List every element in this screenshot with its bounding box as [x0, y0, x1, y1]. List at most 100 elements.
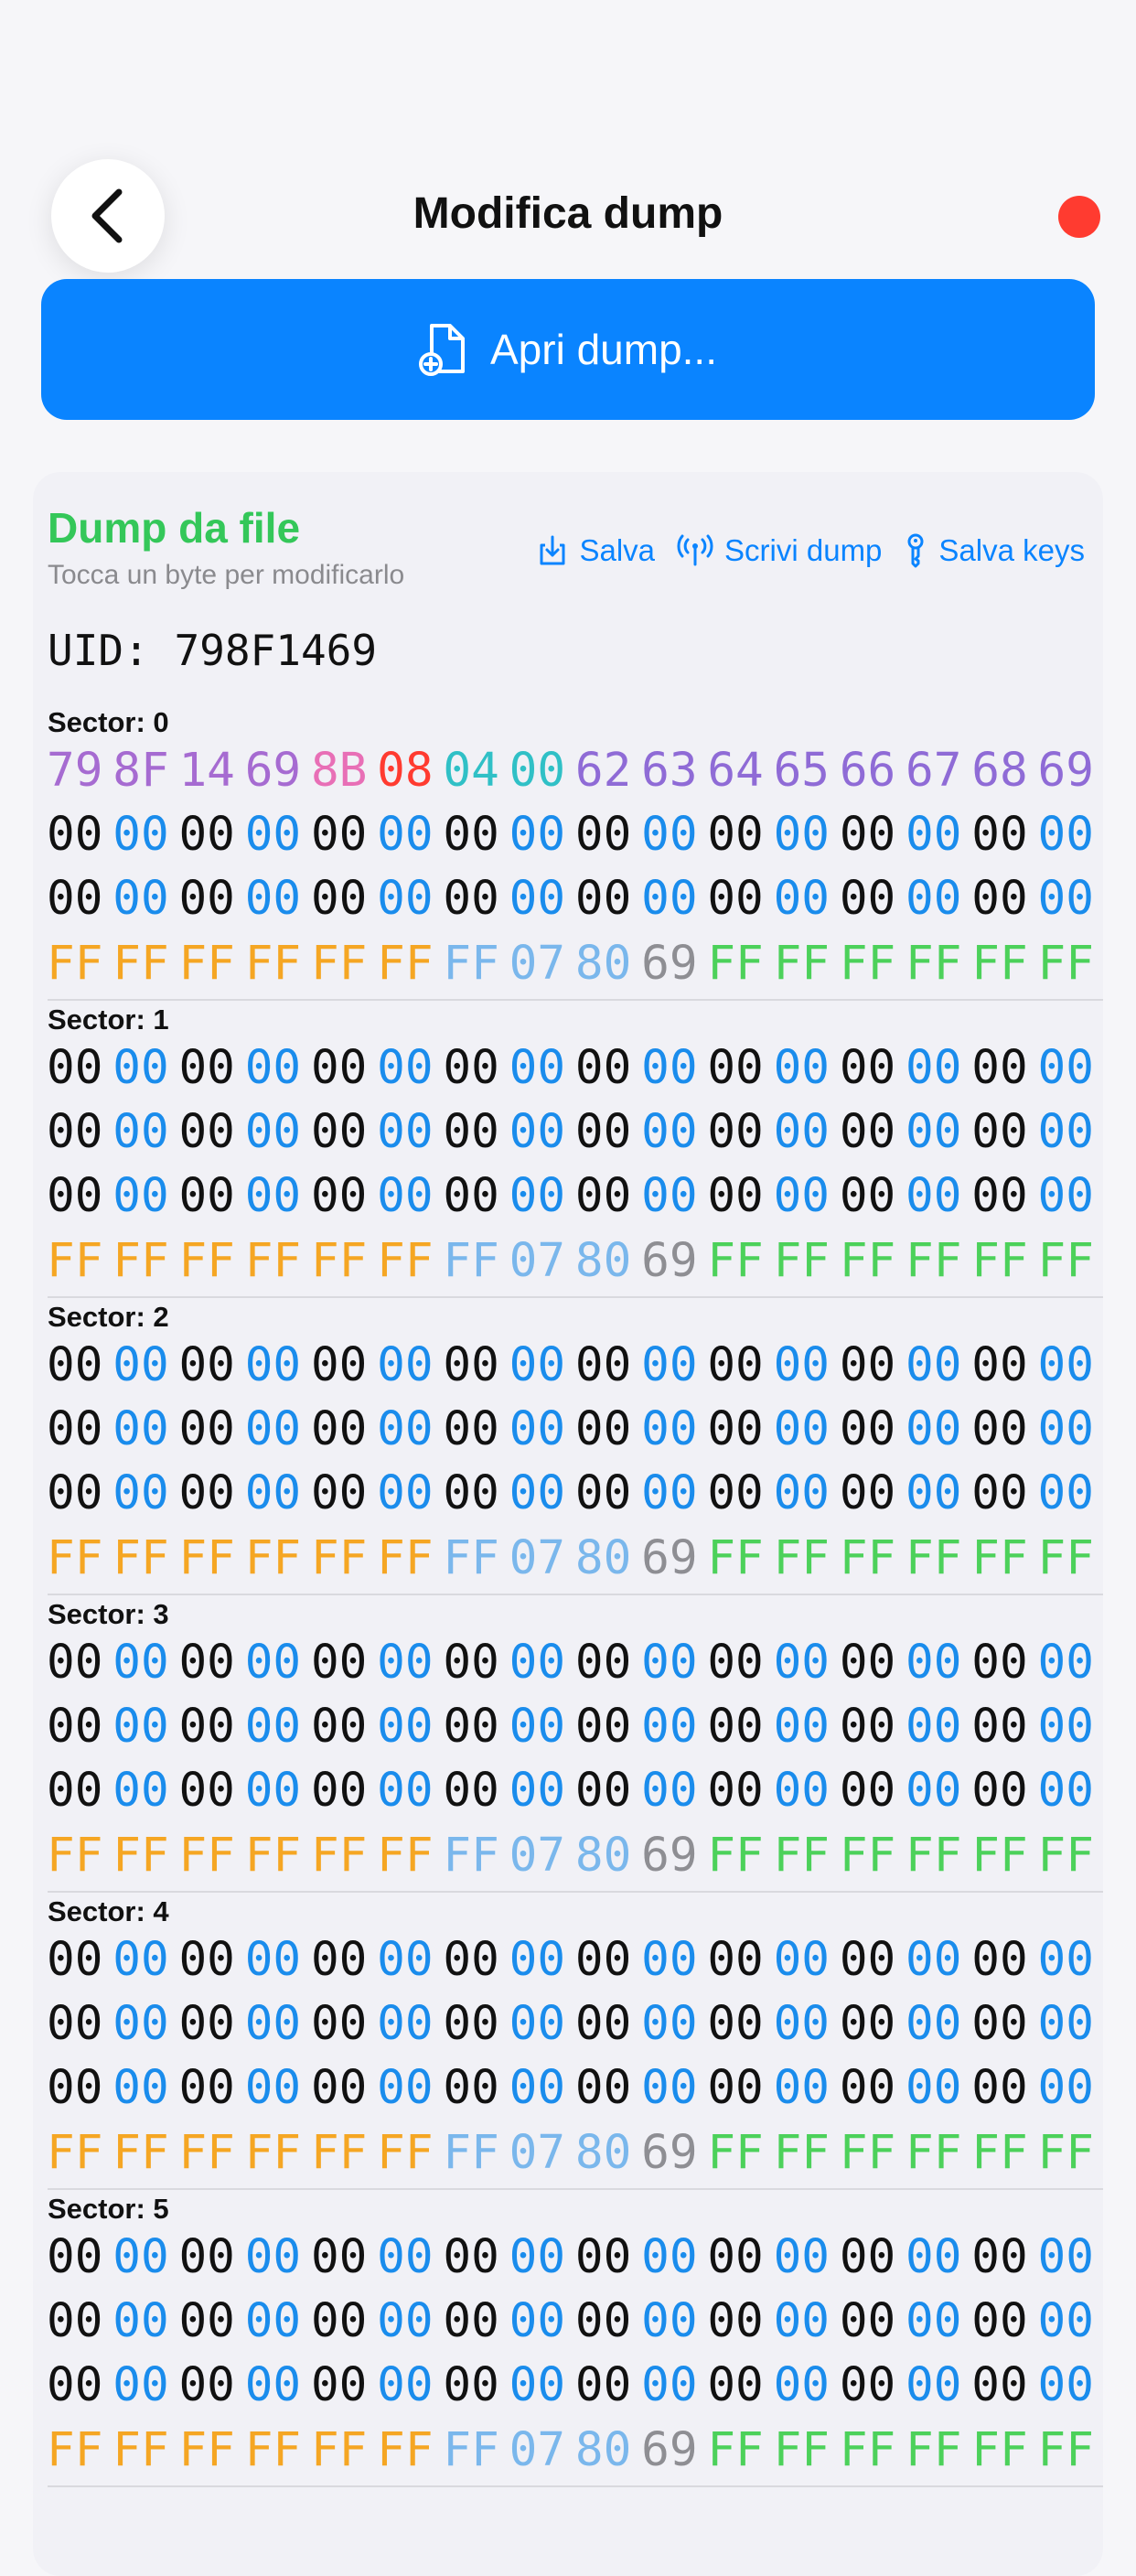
hex-byte[interactable]: 00 [245, 808, 301, 862]
hex-byte[interactable]: 00 [443, 1997, 498, 2051]
hex-byte[interactable]: 07 [509, 1829, 565, 1883]
hex-byte[interactable]: 67 [906, 744, 961, 798]
hex-byte[interactable]: FF [971, 2126, 1027, 2180]
hex-byte[interactable]: 00 [377, 2230, 433, 2284]
hex-byte[interactable]: 00 [113, 1764, 168, 1818]
hex-byte[interactable]: FF [443, 2126, 498, 2180]
hex-byte[interactable]: 00 [641, 1466, 697, 1520]
hex-byte[interactable]: 00 [443, 1169, 498, 1223]
hex-byte[interactable]: 00 [113, 2294, 168, 2348]
hex-byte[interactable]: 00 [311, 1997, 367, 2051]
hex-byte[interactable]: 00 [311, 1700, 367, 1754]
hex-byte[interactable]: FF [47, 937, 102, 991]
hex-byte[interactable]: 00 [840, 1933, 895, 1987]
hex-byte[interactable]: 00 [245, 872, 301, 926]
hex-byte[interactable]: 00 [311, 1338, 367, 1392]
hex-byte[interactable]: 65 [774, 744, 830, 798]
hex-byte[interactable]: 00 [707, 1338, 763, 1392]
hex-byte[interactable]: 00 [245, 1997, 301, 2051]
hex-byte[interactable]: FF [1038, 1531, 1094, 1585]
hex-byte[interactable]: 00 [311, 1466, 367, 1520]
hex-byte[interactable]: 00 [707, 872, 763, 926]
hex-byte[interactable]: 00 [774, 1764, 830, 1818]
hex-byte[interactable]: FF [47, 2126, 102, 2180]
hex-byte[interactable]: 07 [509, 2126, 565, 2180]
hex-byte[interactable]: 00 [509, 808, 565, 862]
hex-byte[interactable]: FF [1038, 937, 1094, 991]
hex-byte[interactable]: 00 [971, 808, 1027, 862]
hex-byte[interactable]: 00 [443, 1041, 498, 1095]
hex-byte[interactable]: FF [377, 2423, 433, 2477]
hex-byte[interactable]: 00 [113, 1105, 168, 1159]
hex-byte[interactable]: 00 [377, 1338, 433, 1392]
hex-byte[interactable]: 00 [1038, 2294, 1094, 2348]
hex-byte[interactable]: 00 [707, 808, 763, 862]
hex-byte[interactable]: 00 [707, 2230, 763, 2284]
hex-byte[interactable]: 00 [47, 2230, 102, 2284]
hex-byte[interactable]: 00 [113, 808, 168, 862]
hex-byte[interactable]: 00 [311, 1764, 367, 1818]
hex-byte[interactable]: 04 [443, 744, 498, 798]
hex-byte[interactable]: FF [178, 2423, 234, 2477]
hex-byte[interactable]: 00 [178, 2294, 234, 2348]
hex-byte[interactable]: 69 [641, 1234, 697, 1288]
hex-byte[interactable]: 69 [245, 744, 301, 798]
hex-byte[interactable]: 00 [906, 1105, 961, 1159]
hex-byte[interactable]: 00 [311, 1402, 367, 1456]
hex-byte[interactable]: 00 [47, 1764, 102, 1818]
hex-byte[interactable]: FF [311, 1829, 367, 1883]
hex-byte[interactable]: FF [311, 2423, 367, 2477]
hex-byte[interactable]: 00 [245, 1466, 301, 1520]
hex-byte[interactable]: 00 [707, 2061, 763, 2115]
hex-byte[interactable]: 00 [906, 1636, 961, 1690]
hex-byte[interactable]: 00 [774, 872, 830, 926]
hex-byte[interactable]: 00 [443, 808, 498, 862]
hex-byte[interactable]: 00 [178, 1764, 234, 1818]
hex-byte[interactable]: 00 [906, 1466, 961, 1520]
hex-byte[interactable]: 00 [906, 2230, 961, 2284]
hex-byte[interactable]: FF [906, 2423, 961, 2477]
hex-byte[interactable]: 00 [774, 1933, 830, 1987]
hex-byte[interactable]: 00 [707, 1933, 763, 1987]
hex-byte[interactable]: 00 [113, 1700, 168, 1754]
hex-byte[interactable]: FF [840, 1829, 895, 1883]
hex-byte[interactable]: 00 [443, 2358, 498, 2412]
hex-byte[interactable]: 00 [47, 872, 102, 926]
hex-byte[interactable]: 00 [509, 744, 565, 798]
hex-byte[interactable]: 00 [47, 1636, 102, 1690]
hex-byte[interactable]: FF [311, 2126, 367, 2180]
hex-byte[interactable]: 00 [906, 1997, 961, 2051]
hex-byte[interactable]: 00 [1038, 1466, 1094, 1520]
hex-byte[interactable]: 00 [840, 1700, 895, 1754]
hex-byte[interactable]: 00 [178, 1466, 234, 1520]
hex-byte[interactable]: 00 [178, 1997, 234, 2051]
hex-byte[interactable]: 00 [47, 1700, 102, 1754]
hex-byte[interactable]: 00 [971, 1105, 1027, 1159]
hex-byte[interactable]: 00 [1038, 2358, 1094, 2412]
hex-byte[interactable]: 00 [443, 872, 498, 926]
hex-byte[interactable]: FF [113, 2423, 168, 2477]
hex-byte[interactable]: 00 [840, 1105, 895, 1159]
hex-byte[interactable]: 00 [1038, 1764, 1094, 1818]
hex-byte[interactable]: 00 [178, 808, 234, 862]
hex-byte[interactable]: 00 [509, 2294, 565, 2348]
hex-byte[interactable]: 00 [1038, 1169, 1094, 1223]
hex-byte[interactable]: 14 [178, 744, 234, 798]
hex-byte[interactable]: FF [47, 1531, 102, 1585]
hex-byte[interactable]: FF [377, 2126, 433, 2180]
hex-byte[interactable]: 00 [707, 1466, 763, 1520]
hex-byte[interactable]: 00 [971, 1041, 1027, 1095]
hex-byte[interactable]: FF [443, 1829, 498, 1883]
hex-byte[interactable]: 69 [641, 2423, 697, 2477]
hex-byte[interactable]: 00 [245, 1636, 301, 1690]
hex-byte[interactable]: 00 [641, 1700, 697, 1754]
hex-byte[interactable]: 00 [311, 1105, 367, 1159]
hex-byte[interactable]: 00 [47, 1997, 102, 2051]
hex-byte[interactable]: 00 [1038, 1402, 1094, 1456]
hex-byte[interactable]: 00 [178, 1402, 234, 1456]
hex-byte[interactable]: 00 [906, 872, 961, 926]
hex-byte[interactable]: FF [840, 2423, 895, 2477]
hex-byte[interactable]: FF [47, 1829, 102, 1883]
hex-byte[interactable]: 00 [575, 1997, 631, 2051]
hex-byte[interactable]: 00 [245, 1041, 301, 1095]
